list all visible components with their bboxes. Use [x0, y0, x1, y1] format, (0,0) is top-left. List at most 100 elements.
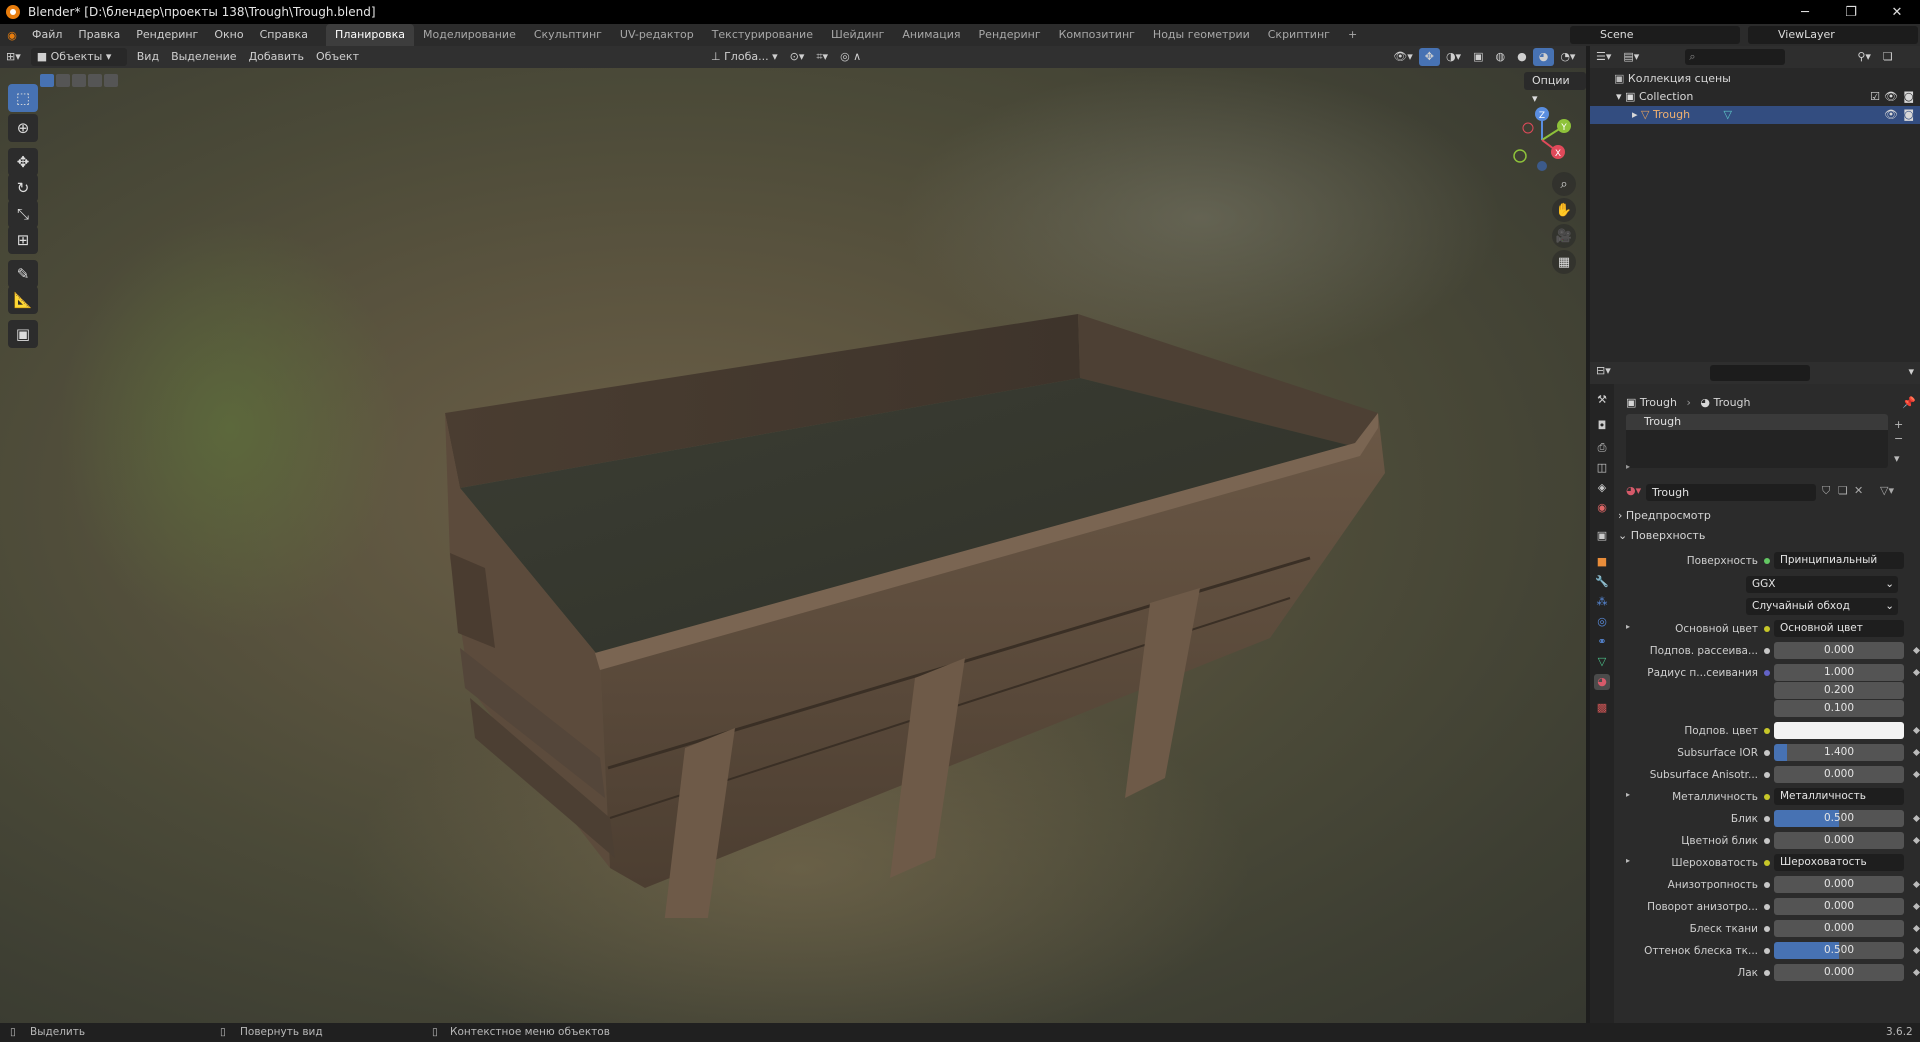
- subsurface-method-dropdown[interactable]: Случайный обход ⌄: [1746, 598, 1898, 615]
- outliner-search-input[interactable]: ⌕: [1685, 49, 1786, 65]
- select-intersect-icon[interactable]: [104, 74, 118, 87]
- keyframe-icon[interactable]: [1912, 836, 1920, 845]
- menu-view[interactable]: Вид: [131, 48, 165, 66]
- subsurface-ior-field[interactable]: 1.400: [1774, 744, 1904, 761]
- restore-icon[interactable]: ❐: [1828, 0, 1874, 24]
- xray-icon[interactable]: ▣: [1467, 48, 1489, 66]
- snap-icon[interactable]: ⌗▾: [810, 48, 834, 66]
- shading-rendered-icon[interactable]: ◔▾: [1554, 48, 1581, 66]
- properties-options-icon[interactable]: ▾: [1908, 365, 1914, 378]
- tab-layout[interactable]: Планировка: [326, 24, 415, 46]
- menu-help[interactable]: Справка: [252, 24, 316, 46]
- transform-icon[interactable]: ⊞: [8, 226, 38, 254]
- tab-rendering[interactable]: Рендеринг: [970, 24, 1050, 46]
- sheen-tint-field[interactable]: 0.500: [1774, 942, 1904, 959]
- menu-render[interactable]: Рендеринг: [128, 24, 206, 46]
- metallic-field[interactable]: Металличность: [1774, 788, 1904, 805]
- expand-arrow-icon[interactable]: ▸: [1626, 790, 1630, 799]
- tab-animation[interactable]: Анимация: [893, 24, 969, 46]
- outliner-editor-type-icon[interactable]: ☰▾: [1590, 48, 1617, 66]
- select-invert-icon[interactable]: [88, 74, 102, 87]
- rotate-icon[interactable]: ↻: [8, 174, 38, 202]
- outliner-scene-collection[interactable]: ▣ Коллекция сцены: [1590, 70, 1920, 88]
- visibility-icon[interactable]: 👁▾: [1387, 48, 1419, 66]
- select-extend-icon[interactable]: [56, 74, 70, 87]
- tab-scripting[interactable]: Скриптинг: [1259, 24, 1339, 46]
- section-surface[interactable]: ⌄ Поверхность: [1618, 526, 1918, 546]
- subsurface-radius-z-field[interactable]: 0.100: [1774, 700, 1904, 717]
- tab-geometry-nodes[interactable]: Ноды геометрии: [1144, 24, 1259, 46]
- clearcoat-field[interactable]: 0.000: [1774, 964, 1904, 981]
- tab-uv-editing[interactable]: UV-редактор: [611, 24, 703, 46]
- cursor-icon[interactable]: ⊕: [8, 114, 38, 142]
- particles-tab-icon[interactable]: ⁂: [1594, 594, 1610, 610]
- proportional-edit-icon[interactable]: ◎ ∧: [834, 48, 867, 66]
- eye-icon[interactable]: 👁: [1884, 106, 1898, 124]
- render-tab-icon[interactable]: ◘: [1594, 418, 1610, 434]
- ortho-grid-icon[interactable]: ▦: [1552, 250, 1576, 274]
- minimize-icon[interactable]: ─: [1782, 0, 1828, 24]
- output-tab-icon[interactable]: ⎙: [1594, 440, 1610, 456]
- properties-search-input[interactable]: [1710, 365, 1810, 381]
- material-tab-icon[interactable]: ◕: [1594, 674, 1610, 690]
- blender-menu-icon[interactable]: ◉: [0, 29, 24, 42]
- roughness-field[interactable]: Шероховатость: [1774, 854, 1904, 871]
- data-tab-icon[interactable]: ▽: [1594, 654, 1610, 670]
- trough-model[interactable]: [430, 298, 1390, 918]
- keyframe-icon[interactable]: [1912, 902, 1920, 911]
- properties-editor-type-icon[interactable]: ⊟▾: [1590, 364, 1617, 377]
- material-name-field[interactable]: Trough: [1646, 484, 1816, 501]
- keyframe-icon[interactable]: [1912, 668, 1920, 677]
- unlink-icon[interactable]: ✕: [1854, 484, 1863, 497]
- display-mode-icon[interactable]: ▤▾: [1617, 48, 1645, 66]
- render-camera-icon[interactable]: ◙: [1903, 106, 1914, 124]
- tab-shading[interactable]: Шейдинг: [822, 24, 893, 46]
- fake-user-shield-icon[interactable]: ⛉: [1822, 484, 1830, 498]
- anisotropic-field[interactable]: 0.000: [1774, 876, 1904, 893]
- keyframe-icon[interactable]: [1912, 646, 1920, 655]
- tab-compositing[interactable]: Композитинг: [1050, 24, 1144, 46]
- subsurface-radius-x-field[interactable]: 1.000: [1774, 664, 1904, 681]
- menu-object[interactable]: Объект: [310, 48, 365, 66]
- anisotropic-rotation-field[interactable]: 0.000: [1774, 898, 1904, 915]
- subsurface-field[interactable]: 0.000: [1774, 642, 1904, 659]
- menu-add[interactable]: Добавить: [243, 48, 310, 66]
- collection-tab-icon[interactable]: ▣: [1594, 528, 1610, 544]
- keyframe-icon[interactable]: [1912, 968, 1920, 977]
- keyframe-icon[interactable]: [1912, 748, 1920, 757]
- select-subtract-icon[interactable]: [72, 74, 86, 87]
- scene-selector[interactable]: Scene: [1570, 26, 1740, 44]
- section-preview[interactable]: › Предпросмотр: [1618, 506, 1918, 526]
- viewlayer-selector[interactable]: ViewLayer: [1748, 26, 1918, 44]
- measure-icon[interactable]: 📐: [8, 286, 38, 314]
- scene-tab-icon[interactable]: ◈: [1594, 480, 1610, 496]
- material-browse-icon[interactable]: ◕▾: [1626, 484, 1641, 497]
- close-icon[interactable]: ✕: [1874, 0, 1920, 24]
- subsurface-color-swatch[interactable]: [1774, 722, 1904, 739]
- sheen-field[interactable]: 0.000: [1774, 920, 1904, 937]
- expand-arrow-icon[interactable]: ▸: [1632, 108, 1638, 121]
- select-new-icon[interactable]: [40, 74, 54, 87]
- tab-modeling[interactable]: Моделирование: [414, 24, 525, 46]
- overlays-icon[interactable]: ◑▾: [1440, 48, 1467, 66]
- duplicate-icon[interactable]: ❏: [1838, 484, 1848, 497]
- outliner-collection-row[interactable]: ▾ ▣ Collection ☑ 👁 ◙: [1590, 88, 1920, 106]
- specular-tint-field[interactable]: 0.000: [1774, 832, 1904, 849]
- world-tab-icon[interactable]: ◉: [1594, 500, 1610, 516]
- expand-arrow-icon[interactable]: ▸: [1626, 856, 1630, 865]
- add-cube-icon[interactable]: ▣: [8, 320, 38, 348]
- menu-file[interactable]: Файл: [24, 24, 70, 46]
- modifier-tab-icon[interactable]: 🔧: [1594, 574, 1610, 590]
- surface-shader-field[interactable]: Принципиальный BSDF: [1774, 552, 1904, 569]
- mode-dropdown[interactable]: ■ Объекты ▾: [30, 48, 127, 66]
- constraints-tab-icon[interactable]: ⚭: [1594, 634, 1610, 650]
- slot-specials-icon[interactable]: ▾: [1894, 452, 1900, 465]
- menu-window[interactable]: Окно: [206, 24, 251, 46]
- menu-edit[interactable]: Правка: [70, 24, 128, 46]
- annotate-icon[interactable]: ✎: [8, 260, 38, 288]
- add-workspace-icon[interactable]: +: [1339, 24, 1366, 46]
- base-color-field[interactable]: Основной цвет: [1774, 620, 1904, 637]
- tab-sculpting[interactable]: Скульптинг: [525, 24, 611, 46]
- new-collection-icon[interactable]: ❏: [1877, 48, 1899, 66]
- tool-tab-icon[interactable]: ⚒: [1594, 392, 1610, 408]
